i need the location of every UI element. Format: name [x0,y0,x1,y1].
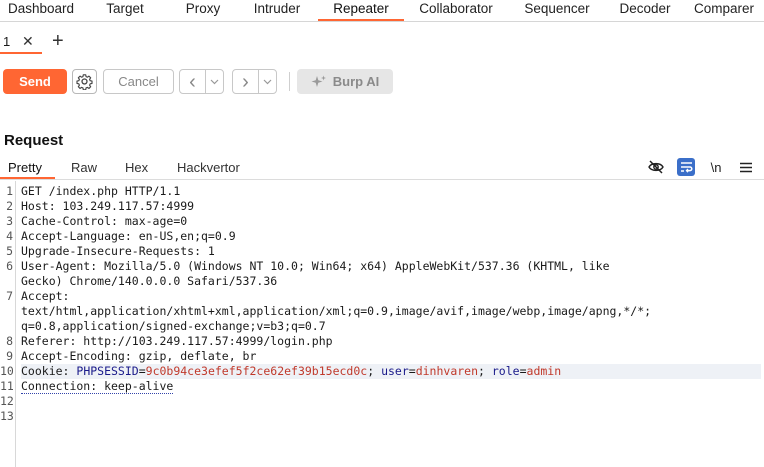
main-tab-bar: Dashboard Target Proxy Intruder Repeater… [0,0,764,22]
repeater-tab-1[interactable]: 1 ✕ [0,28,42,54]
request-line: Cache-Control: max-age=0 [21,214,188,228]
request-line: q=0.8,application/signed-exchange;v=b3;q… [21,319,326,333]
line-number: 3 [6,214,13,228]
cookie-name-phpsessid: PHPSESSID [76,364,139,378]
request-line: Upgrade-Insecure-Requests: 1 [21,244,215,258]
send-button[interactable]: Send [3,69,67,94]
tab-target[interactable]: Target [80,0,170,21]
add-tab-icon[interactable]: + [52,30,64,53]
cookie-name-user: user [381,364,409,378]
request-line: Gecko) Chrome/140.0.0.0 Safari/537.36 [21,274,278,288]
request-editor[interactable]: 1 2 3 4 5 6 7 8 9 10 11 12 13 GET /index… [0,181,764,467]
tab-sequencer[interactable]: Sequencer [508,0,606,21]
tab-repeater[interactable]: Repeater [318,0,404,21]
burp-ai-label: Burp AI [332,74,380,89]
line-number: 6 [6,259,13,273]
active-view-indicator [0,177,55,179]
line-number: 4 [6,229,13,243]
connection-header: Connection: keep-alive [21,379,174,394]
tab-decoder[interactable]: Decoder [606,0,684,21]
request-line: Host: 103.249.117.57:4999 [21,199,195,213]
tab-pretty[interactable]: Pretty [8,160,42,175]
wrap-text-icon[interactable] [677,158,695,176]
burp-ai-button[interactable]: Burp AI [297,69,393,94]
forward-button[interactable]: › [233,70,259,93]
repeater-subtab-bar: 1 ✕ + [0,28,764,56]
forward-nav-group: › [232,69,277,94]
line-number: 8 [6,334,13,348]
line-number: 7 [6,289,13,303]
line-number: 1 [6,184,13,198]
line-number: 12 [0,394,13,408]
cookie-value-role: admin [526,364,562,378]
gear-icon [76,74,93,90]
cookie-name-role: role [491,364,520,378]
request-line: Connection: keep-alive [21,379,761,394]
back-button[interactable]: ‹ [180,70,206,93]
toolbar-divider [289,72,290,91]
tab-proxy[interactable]: Proxy [170,0,236,21]
request-line: text/html,application/xhtml+xml,applicat… [21,304,652,318]
request-line: User-Agent: Mozilla/5.0 (Windows NT 10.0… [21,259,610,273]
sparkle-icon [311,75,326,87]
cookie-header-name: Cookie: [21,364,77,378]
hide-eye-icon[interactable] [647,158,665,176]
tab-collaborator[interactable]: Collaborator [404,0,508,21]
line-number-gutter: 1 2 3 4 5 6 7 8 9 10 11 12 13 [0,181,16,467]
back-history-dropdown[interactable] [206,70,223,93]
line-number: 2 [6,199,13,213]
request-view-tabs: Pretty Raw Hex Hackvertor \n [0,156,764,180]
menu-icon[interactable] [737,158,755,176]
request-panel-title: Request [4,132,64,149]
request-line: Accept: [21,289,70,303]
back-nav-group: ‹ [179,69,224,94]
cancel-button[interactable]: Cancel [103,69,174,94]
tab-comparer[interactable]: Comparer [684,0,764,21]
cookie-line: Cookie: PHPSESSID=9c0b94ce3efef5f2ce62ef… [21,364,761,379]
line-number: 10 [0,364,13,378]
line-number: 13 [0,409,13,423]
request-line: Accept-Language: en-US,en;q=0.9 [21,229,236,243]
settings-button[interactable] [72,69,97,94]
chevron-down-icon [263,79,272,84]
newline-toggle[interactable]: \n [707,158,725,176]
empty-line [21,409,761,424]
line-number: 9 [6,349,13,363]
tab-intruder[interactable]: Intruder [236,0,318,21]
request-line: Accept-Encoding: gzip, deflate, br [21,349,257,363]
repeater-toolbar: Send Cancel ‹ › Burp AI [0,66,764,96]
tab-dashboard[interactable]: Dashboard [0,0,80,21]
forward-history-dropdown[interactable] [259,70,276,93]
chevron-right-icon: › [242,70,249,93]
request-line: GET /index.php HTTP/1.1 [21,184,181,198]
chevron-down-icon [210,79,219,84]
line-number: 5 [6,244,13,258]
tab-raw[interactable]: Raw [71,160,97,175]
tab-hex[interactable]: Hex [125,160,148,175]
tab-hackvertor[interactable]: Hackvertor [177,160,240,175]
repeater-tab-label: 1 [3,34,11,49]
empty-line [21,394,761,409]
cookie-value-user: dinhvaren [415,364,479,378]
close-icon[interactable]: ✕ [22,33,34,50]
chevron-left-icon: ‹ [189,70,196,93]
line-number: 11 [0,379,13,393]
request-code[interactable]: GET /index.php HTTP/1.1 Host: 103.249.11… [21,184,761,424]
request-line: Referer: http://103.249.117.57:4999/logi… [21,334,333,348]
cookie-value-phpsessid: 9c0b94ce3efef5f2ce62ef39b15ecd0c [145,364,368,378]
